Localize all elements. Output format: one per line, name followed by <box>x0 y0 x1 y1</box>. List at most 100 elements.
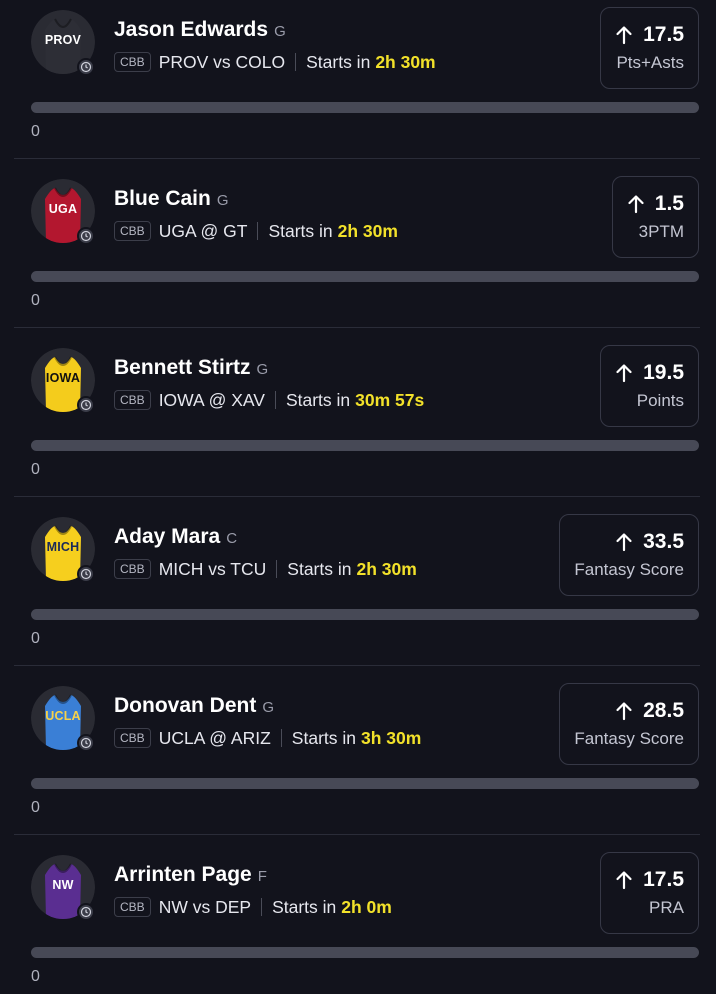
player-prop-list: PROV Jason Edwards G CBB PROV vs COLO Sta… <box>0 0 716 994</box>
player-position: G <box>274 23 286 40</box>
progress-bar <box>31 440 699 451</box>
prop-line-button[interactable]: 1.5 3PTM <box>611 176 699 258</box>
clock-icon <box>77 396 95 414</box>
league-badge: CBB <box>114 52 151 72</box>
prop-line: 17.5 <box>615 23 684 47</box>
arrow-up-icon <box>616 871 632 890</box>
prop-line: 1.5 <box>627 192 684 216</box>
player-position: G <box>216 192 229 209</box>
player-prop-card[interactable]: IOWA Bennett Stirtz G CBB IOWA @ XAV Star… <box>0 328 716 497</box>
progress-value: 0 <box>31 968 40 985</box>
player-prop-card[interactable]: UGA Blue Cain G CBB UGA @ GT Starts in 2h… <box>0 159 716 328</box>
starts-label: Starts in <box>268 220 333 241</box>
prop-line-button[interactable]: 17.5 PRA <box>600 852 699 934</box>
game-info: CBB NW vs DEP Starts in 2h 0m <box>114 895 392 919</box>
clock-icon <box>77 903 95 921</box>
player-position: G <box>262 699 275 716</box>
arrow-up-icon <box>616 702 632 721</box>
player-name[interactable]: Aday Mara C <box>114 525 237 549</box>
arrow-up-icon <box>616 533 632 552</box>
player-name-text: Bennett Stirtz <box>114 356 251 379</box>
game-info: CBB UGA @ GT Starts in 2h 30m <box>114 219 398 243</box>
prop-line: 33.5 <box>615 530 684 554</box>
player-name-text: Jason Edwards <box>114 18 269 41</box>
countdown: 2h 30m <box>356 558 417 579</box>
team-code: UCLA <box>45 709 81 723</box>
prop-line: 28.5 <box>615 699 684 723</box>
divider <box>280 729 282 747</box>
countdown: 2h 0m <box>341 896 392 917</box>
clock-icon <box>77 734 95 752</box>
progress-value: 0 <box>31 292 40 309</box>
team-code: MICH <box>46 540 80 554</box>
progress-bar <box>31 778 699 789</box>
divider <box>257 222 259 240</box>
countdown: 30m 57s <box>355 389 425 410</box>
prop-value: 1.5 <box>654 192 684 215</box>
player-name[interactable]: Blue Cain G <box>114 187 229 211</box>
team-code: UGA <box>48 202 78 216</box>
progress-bar <box>31 947 699 958</box>
divider <box>276 560 278 578</box>
prop-stat-type: PRA <box>649 898 684 917</box>
player-prop-card[interactable]: UCLA Donovan Dent G CBB UCLA @ ARIZ Start… <box>0 666 716 835</box>
team-code: NW <box>52 878 74 892</box>
starts-label: Starts in <box>306 51 371 72</box>
league-badge: CBB <box>114 390 151 410</box>
progress-bar <box>31 271 699 282</box>
clock-icon <box>77 227 95 245</box>
player-position: F <box>257 868 267 885</box>
player-name[interactable]: Donovan Dent G <box>114 694 274 718</box>
prop-stat-type: Pts+Asts <box>616 53 684 72</box>
prop-stat-type: Fantasy Score <box>574 560 684 579</box>
clock-icon <box>77 565 95 583</box>
countdown: 3h 30m <box>361 727 422 748</box>
starts-label: Starts in <box>291 727 356 748</box>
game-info: CBB MICH vs TCU Starts in 2h 30m <box>114 557 417 581</box>
player-prop-card[interactable]: NW Arrinten Page F CBB NW vs DEP Starts i… <box>0 835 716 994</box>
divider <box>261 898 263 916</box>
progress-bar <box>31 609 699 620</box>
progress-value: 0 <box>31 123 40 140</box>
prop-stat-type: 3PTM <box>638 222 684 241</box>
player-name[interactable]: Arrinten Page F <box>114 863 267 887</box>
arrow-up-icon <box>616 26 632 45</box>
progress-value: 0 <box>31 461 40 478</box>
player-prop-card[interactable]: MICH Aday Mara C CBB MICH vs TCU Starts i… <box>0 497 716 666</box>
player-position: C <box>226 530 238 547</box>
player-name[interactable]: Bennett Stirtz G <box>114 356 268 380</box>
matchup: UGA @ GT <box>158 220 248 241</box>
divider <box>274 391 276 409</box>
progress-bar <box>31 102 699 113</box>
prop-line-button[interactable]: 28.5 Fantasy Score <box>559 683 699 765</box>
matchup: PROV vs COLO <box>158 51 286 72</box>
progress-value: 0 <box>31 799 40 816</box>
prop-stat-type: Points <box>636 391 684 410</box>
prop-line-button[interactable]: 17.5 Pts+Asts <box>600 7 699 89</box>
prop-value: 17.5 <box>643 868 684 891</box>
divider <box>295 53 297 71</box>
matchup: UCLA @ ARIZ <box>158 727 271 748</box>
starts-label: Starts in <box>272 896 337 917</box>
prop-value: 17.5 <box>643 23 684 46</box>
prop-stat-type: Fantasy Score <box>574 729 684 748</box>
starts-label: Starts in <box>285 389 351 410</box>
countdown: 2h 30m <box>375 51 436 72</box>
prop-line: 19.5 <box>615 361 684 385</box>
starts-label: Starts in <box>287 558 352 579</box>
player-name[interactable]: Jason Edwards G <box>114 18 286 42</box>
clock-icon <box>77 58 95 76</box>
game-info: CBB IOWA @ XAV Starts in 30m 57s <box>114 388 424 412</box>
game-info: CBB PROV vs COLO Starts in 2h 30m <box>114 50 436 74</box>
prop-line-button[interactable]: 19.5 Points <box>600 345 699 427</box>
matchup: NW vs DEP <box>158 896 252 917</box>
player-name-text: Arrinten Page <box>114 863 252 886</box>
arrow-up-icon <box>616 364 632 383</box>
progress-value: 0 <box>31 630 40 647</box>
league-badge: CBB <box>114 221 151 241</box>
league-badge: CBB <box>114 559 151 579</box>
prop-value: 28.5 <box>643 699 684 722</box>
player-prop-card[interactable]: PROV Jason Edwards G CBB PROV vs COLO Sta… <box>0 0 716 159</box>
player-name-text: Blue Cain <box>114 187 211 210</box>
prop-line-button[interactable]: 33.5 Fantasy Score <box>559 514 699 596</box>
